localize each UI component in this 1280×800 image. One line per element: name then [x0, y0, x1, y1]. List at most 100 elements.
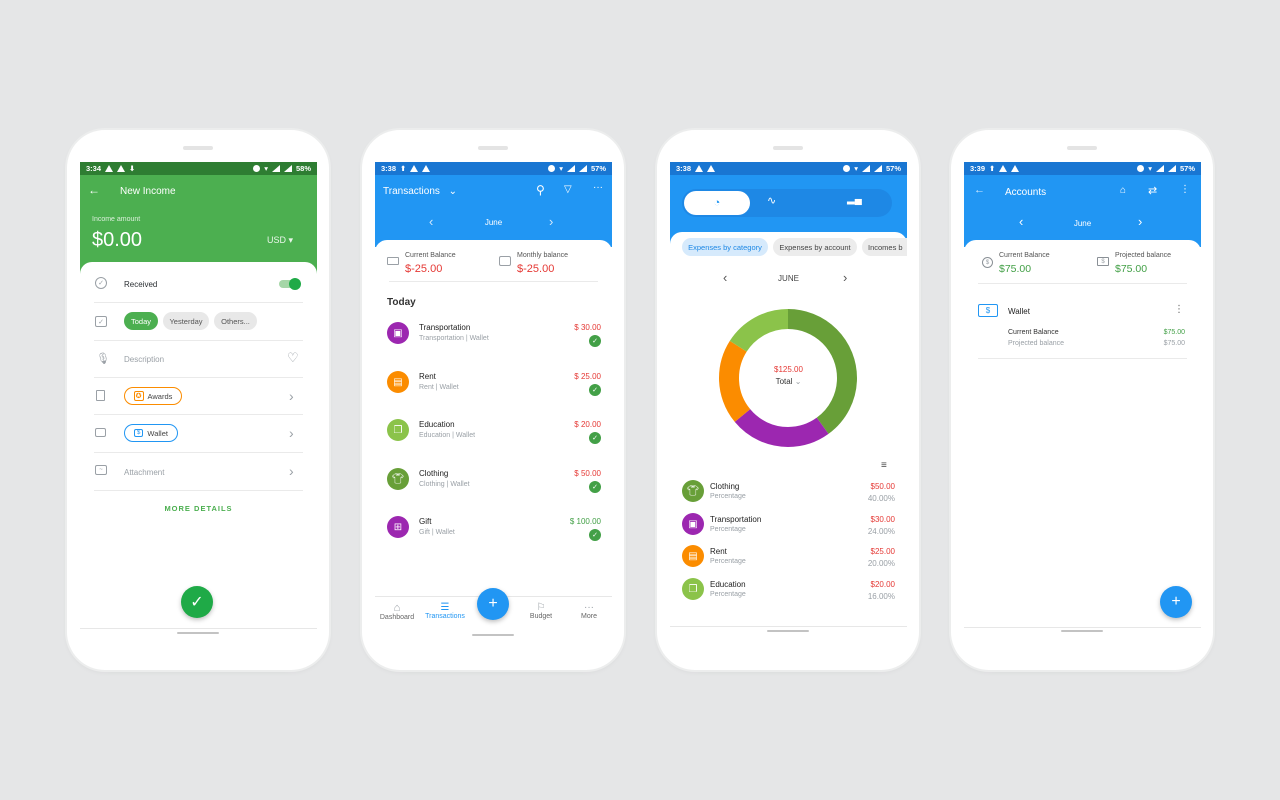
category-row[interactable]: ▤ Rent Percentage $25.00 20.00%: [670, 545, 907, 575]
paid-check-icon[interactable]: ✓: [589, 481, 601, 493]
date-chip-others[interactable]: Others...: [214, 312, 257, 330]
page-title[interactable]: Transactions ⌄: [383, 186, 457, 197]
next-month-arrow-icon[interactable]: ›: [1138, 214, 1142, 229]
phone-transactions: 3:38 ⬆ ▾ 57% Transactions ⌄ ⚲ ▽ ··· ‹ June…: [362, 130, 624, 670]
battery-level: 57%: [885, 164, 901, 173]
plus-icon: +: [488, 595, 498, 612]
shirt-icon: 👕︎: [682, 480, 704, 502]
nav-budget[interactable]: ⚐ Budget: [521, 602, 561, 620]
home-indicator: [767, 630, 809, 632]
more-icon[interactable]: ···: [593, 182, 603, 193]
income-amount[interactable]: $0.00: [92, 229, 142, 252]
total-dropdown[interactable]: Total ⌄: [670, 377, 907, 386]
transaction-row[interactable]: ❐ Education Education | Wallet $ 20.00 ✓: [375, 419, 612, 459]
transaction-sub: Clothing | Wallet: [419, 481, 470, 488]
add-account-button[interactable]: +: [1160, 586, 1192, 618]
current-balance-value: $75.00: [999, 263, 1032, 275]
nav-label: Dashboard: [379, 614, 415, 621]
nav-dashboard[interactable]: ⌂ Dashboard: [377, 602, 417, 621]
account-chip[interactable]: $ Wallet: [124, 424, 178, 442]
filter-chip-incomes[interactable]: Incomes b: [862, 238, 907, 256]
chevron-right-icon[interactable]: ›: [289, 388, 294, 404]
description-field[interactable]: Description: [124, 355, 164, 364]
currency-select[interactable]: USD ▾: [267, 235, 293, 246]
pie-chart-tab-icon[interactable]: ◔: [684, 191, 750, 215]
more-vertical-icon[interactable]: ⋮: [1174, 304, 1184, 315]
paid-check-icon[interactable]: ✓: [589, 335, 601, 347]
received-toggle[interactable]: [279, 278, 301, 290]
back-arrow-icon[interactable]: ←: [974, 184, 985, 196]
chevron-down-icon: ⌄: [794, 377, 802, 386]
transaction-name: Gift: [419, 517, 432, 526]
nav-more[interactable]: ··· More: [569, 602, 609, 620]
caret-down-icon: ▾: [288, 235, 294, 245]
bookmark-icon: [96, 390, 105, 401]
category-chip[interactable]: ✪ Awards: [124, 387, 182, 405]
category-percent: 40.00%: [867, 494, 895, 503]
filter-chip-by-category[interactable]: Expenses by category: [682, 238, 768, 256]
inbox-icon[interactable]: ⌂: [1120, 185, 1126, 196]
income-form: ✓ Received ✓ Today Yesterday Others... 🎙…: [80, 262, 317, 632]
nav-label: Budget: [529, 613, 553, 620]
next-month-arrow-icon[interactable]: ›: [549, 214, 553, 229]
nav-divider: [80, 628, 317, 629]
category-row[interactable]: ▣ Transportation Percentage $30.00 24.00…: [670, 513, 907, 543]
lock-icon: [387, 257, 399, 265]
wallet-icon: [499, 256, 511, 266]
transfer-icon[interactable]: ⇄: [1148, 184, 1157, 197]
more-vertical-icon[interactable]: ⋮: [1180, 184, 1190, 195]
divider: [978, 283, 1187, 284]
chevron-right-icon[interactable]: ›: [289, 463, 294, 479]
date-chip-yesterday[interactable]: Yesterday: [163, 312, 209, 330]
received-label: Received: [124, 280, 158, 289]
microphone-icon[interactable]: 🎙︎: [96, 352, 110, 365]
transaction-amount: $ 50.00: [574, 469, 601, 478]
category-label: Awards: [147, 391, 173, 401]
date-chip-today[interactable]: Today: [124, 312, 158, 330]
account-card[interactable]: $ Wallet ⋮ Current Balance $75.00 Projec…: [964, 300, 1201, 360]
search-icon[interactable]: ⚲: [536, 183, 545, 197]
projected-balance-label: Projected balance: [1115, 252, 1172, 259]
chevron-down-icon: ⌄: [448, 186, 458, 197]
transaction-row[interactable]: ⊞ Gift Gift | Wallet $ 100.00 ✓: [375, 516, 612, 556]
home-indicator: [472, 634, 514, 636]
next-month-arrow-icon[interactable]: ›: [843, 270, 847, 285]
chevron-right-icon[interactable]: ›: [289, 425, 294, 441]
paid-check-icon[interactable]: ✓: [589, 529, 601, 541]
transaction-row[interactable]: ▤ Rent Rent | Wallet $ 25.00 ✓: [375, 371, 612, 411]
category-row[interactable]: ❐ Education Percentage $20.00 16.00%: [670, 578, 907, 608]
monthly-balance-value: $-25.00: [517, 263, 555, 275]
phone-accounts: 3:39 ⬆ ▾ 57% ← Accounts ⌂ ⇄ ⋮ ‹ June › $ C…: [951, 130, 1213, 670]
filter-icon[interactable]: ▽: [564, 184, 572, 195]
transaction-name: Clothing: [419, 469, 449, 478]
more-details-link[interactable]: MORE DETAILS: [80, 504, 317, 513]
heart-icon[interactable]: ♡: [287, 350, 299, 366]
category-sub: Percentage: [710, 526, 746, 533]
filter-chip-by-account[interactable]: Expenses by account: [773, 238, 857, 256]
paid-check-icon[interactable]: ✓: [589, 432, 601, 444]
nav-label: Transactions: [425, 613, 465, 620]
divider: [94, 340, 303, 341]
section-header: Today: [387, 297, 416, 308]
bar-chart-tab-icon[interactable]: ▂▄: [847, 194, 862, 205]
phone-speaker: [1067, 146, 1097, 150]
current-balance-label: Current Balance: [999, 252, 1050, 259]
category-amount: $20.00: [870, 580, 895, 589]
category-amount: $30.00: [870, 515, 895, 524]
transaction-row[interactable]: ▣ Transportation Transportation | Wallet…: [375, 322, 612, 362]
category-percent: 20.00%: [867, 559, 895, 568]
add-transaction-button[interactable]: +: [477, 588, 509, 620]
attachment-label[interactable]: Attachment: [124, 468, 164, 477]
phone-speaker: [478, 146, 508, 150]
nav-transactions[interactable]: ☰ Transactions: [421, 602, 469, 620]
category-name: Transportation: [710, 515, 762, 524]
bus-icon: ▣: [682, 513, 704, 535]
battery-level: 57%: [590, 164, 606, 173]
line-chart-tab-icon[interactable]: ∿: [767, 194, 776, 207]
paid-check-icon[interactable]: ✓: [589, 384, 601, 396]
back-arrow-icon[interactable]: ←: [88, 183, 100, 197]
sort-icon[interactable]: ≡: [881, 460, 887, 471]
category-row[interactable]: 👕︎ Clothing Percentage $50.00 40.00%: [670, 480, 907, 510]
transaction-row[interactable]: 👕︎ Clothing Clothing | Wallet $ 50.00 ✓: [375, 468, 612, 508]
save-button[interactable]: ✓: [181, 586, 213, 618]
